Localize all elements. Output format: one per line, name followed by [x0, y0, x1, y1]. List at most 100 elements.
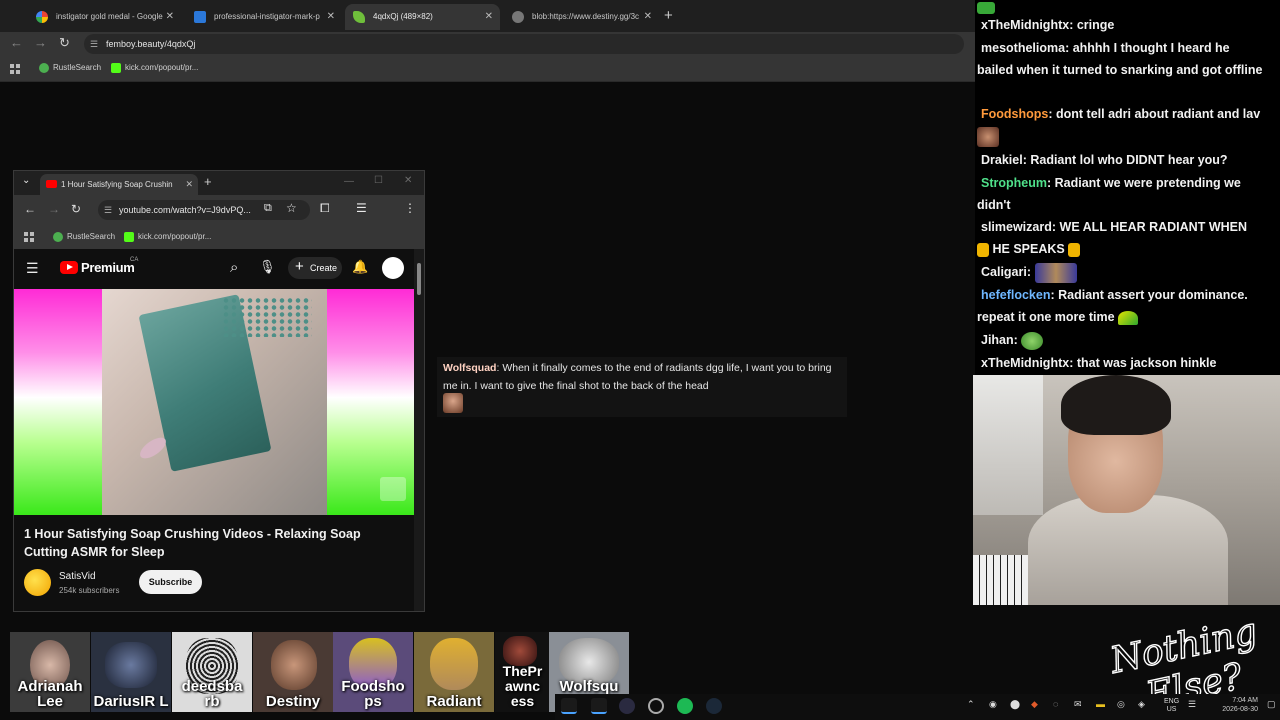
popup-address-bar[interactable]: ☰ youtube.com/watch?v=J9dvPQ... — [98, 200, 310, 220]
tab-label: blob:https://www.destiny.gg/3c — [532, 12, 640, 21]
apps-grid-icon[interactable] — [10, 64, 20, 74]
streamer-tile[interactable]: deedsba rb — [172, 632, 252, 712]
close-icon[interactable]: ✕ — [166, 4, 174, 30]
microphone-icon[interactable]: 🎙 — [259, 259, 276, 275]
chevron-up-icon[interactable]: ⌃ — [967, 699, 975, 710]
brave-icon[interactable]: ◆ — [1031, 699, 1038, 710]
video-player[interactable] — [14, 289, 416, 515]
reload-icon[interactable]: ↻ — [71, 202, 81, 216]
address-bar[interactable]: ☰ femboy.beauty/4qdxQj — [84, 34, 964, 54]
maximize-icon[interactable]: ☐ — [374, 175, 383, 186]
browser-tab-2[interactable]: professional-instigator-mark-p ✕ — [186, 4, 342, 30]
streamer-name: Adrianah Lee — [17, 678, 83, 710]
browser-tab-1[interactable]: instigator gold medal - Google ✕ — [28, 4, 181, 30]
search-icon[interactable]: ⌕ — [230, 259, 238, 276]
chat-user[interactable]: xTheMidnightx — [977, 356, 1069, 370]
close-window-icon[interactable]: ✕ — [404, 175, 412, 186]
bookmark-rustlesearch[interactable]: RustleSearch — [39, 63, 101, 73]
more-menu-icon[interactable]: ⋮ — [404, 201, 416, 215]
streamer-tile[interactable]: Adrianah Lee — [10, 632, 90, 712]
close-icon[interactable]: ✕ — [185, 174, 193, 195]
channel-name[interactable]: SatisVid — [59, 571, 96, 582]
hamburger-menu-icon[interactable]: ☰ — [26, 260, 39, 277]
reading-list-icon[interactable]: ☰ — [356, 201, 367, 215]
tray-icon[interactable]: ✉ — [1074, 699, 1082, 710]
apps-grid-icon[interactable] — [24, 232, 34, 242]
chat-user[interactable]: mesothelioma — [977, 41, 1065, 55]
popup-tab[interactable]: 1 Hour Satisfying Soap Crushin ✕ — [40, 174, 198, 195]
language-indicator[interactable]: ENG US — [1164, 698, 1179, 714]
app-icon[interactable] — [561, 698, 577, 714]
bell-icon[interactable]: 🔔 — [352, 259, 368, 275]
chat-user[interactable]: Jihan — [977, 333, 1014, 347]
chat-user[interactable]: hefeflocken — [977, 288, 1050, 302]
streamer-tile[interactable]: Radiant — [414, 632, 494, 712]
tray-icon[interactable]: ◈ — [1138, 699, 1145, 710]
folder-icon[interactable]: ▬ — [1096, 699, 1105, 709]
fingernail — [136, 433, 170, 463]
subscribe-button[interactable]: Subscribe — [139, 570, 202, 594]
extensions-icon[interactable]: ⧠ — [320, 201, 330, 216]
chat-user[interactable]: slimewizard — [977, 220, 1052, 234]
app-icon[interactable] — [591, 698, 607, 714]
chat-user[interactable]: Drakiel — [977, 153, 1023, 167]
back-arrow-icon[interactable]: ← — [24, 202, 36, 216]
new-tab-button[interactable]: + — [204, 174, 212, 189]
bookmark-rustlesearch[interactable]: RustleSearch — [53, 232, 115, 242]
scrollbar-thumb[interactable] — [417, 263, 421, 295]
popup-tab-bar: ⌄ 1 Hour Satisfying Soap Crushin ✕ + — ☐… — [14, 171, 424, 195]
avatar[interactable] — [382, 257, 404, 279]
url-text: femboy.beauty/4qdxQj — [106, 39, 196, 49]
notification-icon[interactable]: ▢ — [1267, 699, 1276, 710]
youtube-brand[interactable]: Premium — [81, 260, 135, 275]
region-label: CA — [130, 257, 139, 263]
browser-tab-4[interactable]: blob:https://www.destiny.gg/3c ✕ — [504, 4, 659, 30]
site-settings-icon[interactable]: ☰ — [90, 34, 98, 54]
bookmark-kick[interactable]: kick.com/popout/pr... — [111, 63, 198, 73]
fist-emote-icon — [977, 242, 989, 257]
streamer-tile[interactable]: Foodsho ps — [333, 632, 413, 712]
obs-icon[interactable] — [619, 698, 635, 714]
steam-icon[interactable] — [706, 698, 722, 714]
minimize-icon[interactable]: — — [344, 176, 354, 187]
chat-message: mesothelioma: ahhhh I thought I heard he… — [977, 41, 1263, 77]
streamer-tile[interactable]: Destiny — [253, 632, 333, 712]
forward-arrow-icon[interactable]: → — [48, 202, 60, 216]
browser-tab-3[interactable]: 4qdxQj (489×82) ✕ — [345, 4, 500, 30]
chat-user[interactable]: Caligari — [977, 265, 1027, 279]
close-icon[interactable]: ✕ — [327, 4, 335, 30]
reload-icon[interactable]: ↻ — [59, 35, 70, 51]
tray-icon[interactable]: ◉ — [989, 699, 997, 710]
close-icon[interactable]: ✕ — [485, 4, 493, 30]
new-tab-button[interactable]: + — [664, 7, 673, 24]
tray-icon[interactable]: ◎ — [1117, 699, 1125, 710]
back-arrow-icon[interactable]: ← — [10, 35, 23, 50]
streamer-avatar — [271, 640, 317, 690]
chevron-down-icon[interactable]: ⌄ — [22, 175, 30, 186]
chat-user[interactable]: Foodshops — [977, 107, 1048, 121]
spotify-icon[interactable] — [677, 698, 693, 714]
channel-watermark[interactable] — [380, 477, 406, 501]
tray-icon[interactable]: ⬤ — [1010, 699, 1020, 710]
star-icon[interactable]: ☆ — [286, 201, 297, 215]
streamer-avatar — [503, 636, 537, 666]
create-button[interactable]: + Create — [288, 257, 342, 279]
wifi-icon[interactable]: ☰ — [1188, 699, 1196, 710]
channel-avatar[interactable] — [24, 569, 51, 596]
clock[interactable]: 7:04 AM 2026-08-30 — [1222, 696, 1258, 714]
site-settings-icon[interactable]: ☰ — [104, 200, 112, 220]
tray-icon[interactable]: ◌ — [1053, 699, 1058, 709]
chat-user[interactable]: xTheMidnightx — [977, 18, 1069, 32]
settings-icon[interactable] — [648, 698, 664, 714]
streamer-tile[interactable]: ThePr awnc ess — [495, 632, 550, 712]
forward-arrow-icon[interactable]: → — [34, 35, 47, 50]
scrollbar[interactable] — [414, 249, 424, 611]
youtube-logo-icon[interactable] — [60, 261, 78, 274]
chat-user[interactable]: Stropheum — [977, 176, 1047, 190]
streamer-tile[interactable]: DariusIR L — [91, 632, 171, 712]
image-icon — [194, 11, 206, 23]
chat-message: xTheMidnightx: that was jackson hinkle — [977, 352, 1267, 374]
bookmark-kick[interactable]: kick.com/popout/pr... — [124, 232, 211, 242]
install-icon[interactable]: ⧉ — [264, 202, 272, 215]
close-icon[interactable]: ✕ — [644, 4, 652, 30]
